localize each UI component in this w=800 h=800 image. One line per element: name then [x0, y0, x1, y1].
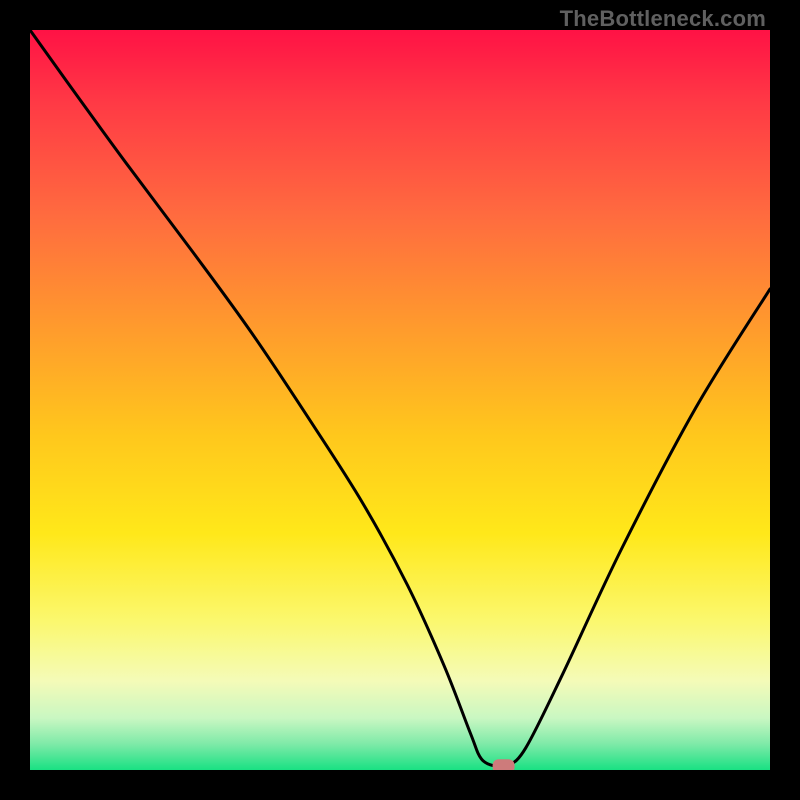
curve-layer: [30, 30, 770, 770]
plot-area: [30, 30, 770, 770]
optimal-point-marker: [493, 759, 515, 770]
chart-frame: TheBottleneck.com: [0, 0, 800, 800]
bottleneck-curve: [30, 30, 770, 768]
watermark-text: TheBottleneck.com: [560, 6, 766, 32]
